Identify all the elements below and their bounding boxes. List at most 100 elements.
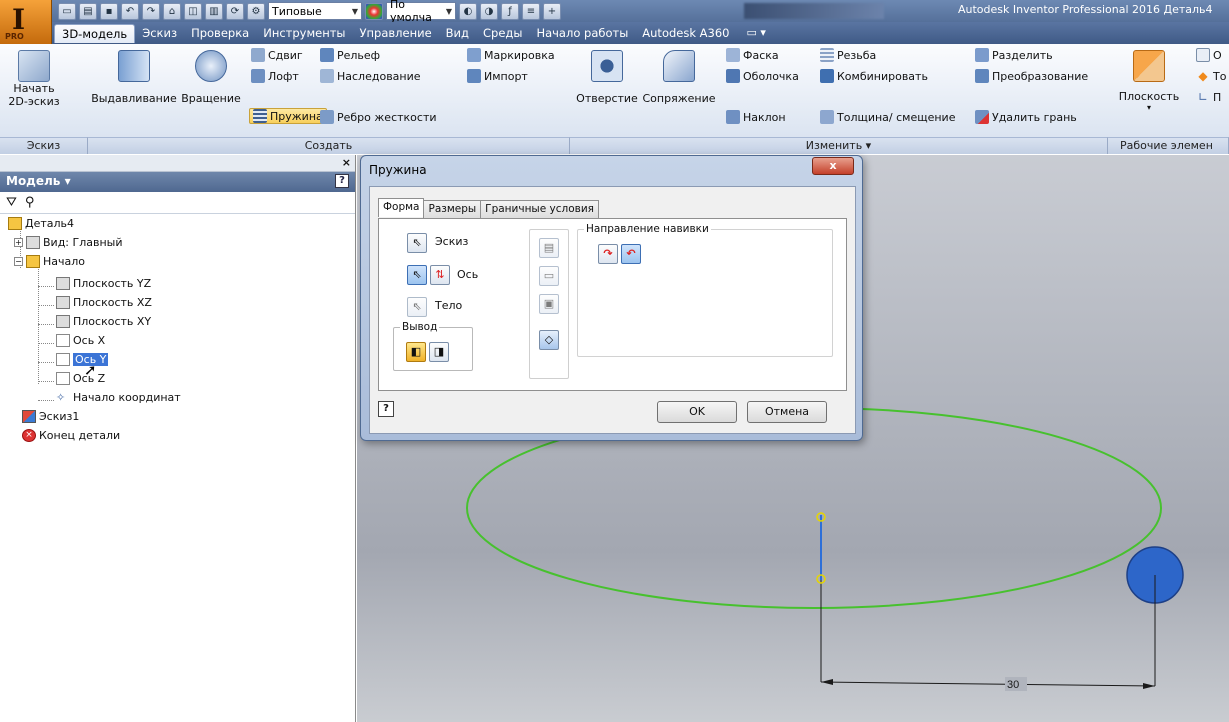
tree-item-plane-yz[interactable]: Плоскость YZ	[56, 277, 151, 290]
tree-item-sketch1[interactable]: Эскиз1	[22, 410, 79, 423]
hole-button[interactable]: Отверстие	[576, 50, 638, 105]
split-button[interactable]: Разделить	[975, 48, 1053, 62]
clear-override-icon[interactable]: ◑	[480, 2, 498, 20]
sweep-button[interactable]: Сдвиг	[251, 48, 303, 62]
thread-button[interactable]: Резьба	[820, 48, 876, 62]
tree-item-origin[interactable]: − Начало	[14, 255, 85, 268]
axis-icon	[56, 334, 70, 347]
mark-button[interactable]: Маркировка	[467, 48, 555, 62]
dialog-close-button[interactable]: x	[812, 157, 854, 175]
app-menu-button[interactable]: I PRO	[0, 0, 52, 44]
tree-item-center-point[interactable]: ✧ Начало координат	[56, 391, 181, 404]
adjust-icon[interactable]: ◐	[459, 2, 477, 20]
tab-a360[interactable]: Autodesk A360	[635, 24, 736, 43]
filter-icon[interactable]: ⛛	[6, 195, 17, 210]
find-icon[interactable]: ⚲	[25, 195, 35, 210]
style-combo[interactable]: Типовые ▼	[268, 2, 362, 20]
tab-shape[interactable]: Форма	[378, 198, 425, 217]
solid-select-button[interactable]: ⇖	[407, 297, 427, 317]
redo-icon[interactable]: ↷	[142, 2, 160, 20]
rotation-cw-button[interactable]: ↷	[598, 244, 618, 264]
start-2d-sketch-button[interactable]: Начать 2D-эскиз	[6, 50, 62, 108]
save-icon[interactable]: ▪	[100, 2, 118, 20]
tab-ends[interactable]: Граничные условия	[480, 200, 599, 219]
work-point-button[interactable]: ◆ То	[1196, 69, 1226, 83]
tree-item-part[interactable]: Деталь4	[8, 217, 74, 230]
group-label-create[interactable]: Создать	[88, 137, 570, 154]
tab-tools[interactable]: Инструменты	[256, 24, 352, 43]
loft-button[interactable]: Лофт	[251, 69, 299, 83]
direct-edit-button[interactable]: Преобразование	[975, 69, 1088, 83]
intersect-button[interactable]: ▣	[539, 294, 559, 314]
axis-select-button[interactable]: ⇖	[407, 265, 427, 285]
line-weight-icon[interactable]: ≡	[522, 2, 540, 20]
update-icon[interactable]: ⟳	[226, 2, 244, 20]
group-label-work-features[interactable]: Рабочие элемен	[1108, 137, 1229, 154]
expand-icon[interactable]: +	[14, 238, 23, 247]
rib-button[interactable]: Ребро жесткости	[320, 110, 437, 124]
new-solid-icon: ◇	[544, 333, 554, 346]
tab-environments[interactable]: Среды	[476, 24, 529, 43]
rotation-ccw-button[interactable]: ↶	[621, 244, 641, 264]
formula-icon[interactable]: ƒ	[501, 2, 519, 20]
tab-inspect[interactable]: Проверка	[184, 24, 256, 43]
help-icon[interactable]: ?	[378, 401, 394, 417]
flip-axis-button[interactable]: ⇅	[430, 265, 450, 285]
tree-item-view[interactable]: + Вид: Главный	[14, 236, 123, 249]
shell-button[interactable]: Оболочка	[726, 69, 799, 83]
coil-button[interactable]: Пружина	[249, 108, 327, 124]
tree-item-end-of-part[interactable]: × Конец детали	[22, 429, 120, 442]
ucs-button[interactable]: ∟ П	[1196, 90, 1221, 104]
browser-header[interactable]: Модель ▾ ?	[0, 172, 355, 192]
measure-icon[interactable]: ◫	[184, 2, 202, 20]
output-surface-button[interactable]: ◨	[429, 342, 449, 362]
draft-button[interactable]: Наклон	[726, 110, 786, 124]
thicken-button[interactable]: Толщина/ смещение	[820, 110, 955, 124]
extrude-button[interactable]: Выдавливание	[90, 50, 178, 105]
add-icon[interactable]: +	[543, 2, 561, 20]
delete-face-button[interactable]: Удалить грань	[975, 110, 1077, 124]
chamfer-button[interactable]: Фаска	[726, 48, 779, 62]
blurred-region	[744, 3, 884, 19]
tree-item-plane-xz[interactable]: Плоскость XZ	[56, 296, 152, 309]
revolve-button[interactable]: Вращение	[178, 50, 244, 105]
tree-item-axis-z[interactable]: Ось Z	[56, 372, 105, 385]
tab-manage[interactable]: Управление	[353, 24, 439, 43]
tree-item-plane-xy[interactable]: Плоскость XY	[56, 315, 151, 328]
ok-button[interactable]: OK	[657, 401, 737, 423]
tab-get-started[interactable]: Начало работы	[529, 24, 635, 43]
tab-sketch[interactable]: Эскиз	[135, 24, 184, 43]
tab-view[interactable]: Вид	[439, 24, 476, 43]
sketch-icon	[18, 50, 50, 82]
settings-icon[interactable]: ⚙	[247, 2, 265, 20]
derive-button[interactable]: Наследование	[320, 69, 421, 83]
work-axis-button[interactable]: О	[1196, 48, 1222, 62]
close-icon[interactable]: ×	[342, 156, 351, 169]
emboss-button[interactable]: Рельеф	[320, 48, 380, 62]
collapse-icon[interactable]: −	[14, 257, 23, 266]
new-solid-button[interactable]: ◇	[539, 330, 559, 350]
profile-select-button[interactable]: ⇖	[407, 233, 427, 253]
work-plane-button[interactable]: Плоскость ▾	[1116, 50, 1182, 112]
tree-item-axis-x[interactable]: Ось X	[56, 334, 105, 347]
select-icon[interactable]: ▥	[205, 2, 223, 20]
cut-button[interactable]: ▭	[539, 266, 559, 286]
open-file-icon[interactable]: ▤	[79, 2, 97, 20]
group-label-modify[interactable]: Изменить ▾	[570, 137, 1108, 154]
appearance-combo[interactable]: По умолча ▼	[386, 0, 456, 24]
home-icon[interactable]: ⌂	[163, 2, 181, 20]
tab-3d-model[interactable]: 3D-модель	[54, 24, 136, 43]
cancel-button[interactable]: Отмена	[747, 401, 827, 423]
tree-item-axis-y[interactable]: Ось Y ➚	[56, 353, 109, 379]
help-icon[interactable]: ?	[335, 174, 349, 188]
ribbon-minimize-toggle[interactable]: ▭ ▾	[736, 24, 775, 43]
join-button[interactable]: ▤	[539, 238, 559, 258]
combine-button[interactable]: Комбинировать	[820, 69, 928, 83]
undo-icon[interactable]: ↶	[121, 2, 139, 20]
output-solid-button[interactable]: ◧	[406, 342, 426, 362]
tab-size[interactable]: Размеры	[423, 200, 482, 219]
color-wheel-icon[interactable]	[365, 2, 383, 20]
import-button[interactable]: Импорт	[467, 69, 528, 83]
fillet-button[interactable]: Сопряжение	[638, 50, 720, 105]
new-file-icon[interactable]: ▭	[58, 2, 76, 20]
